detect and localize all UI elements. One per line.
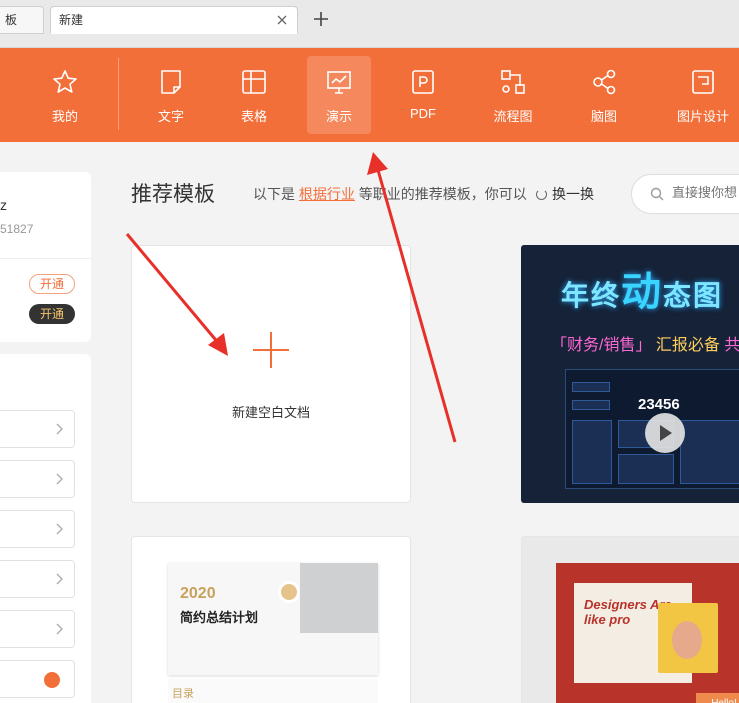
list-item[interactable] xyxy=(0,660,75,698)
document-icon xyxy=(157,68,185,96)
chevron-right-icon xyxy=(56,523,63,535)
open-membership-button[interactable]: 开通 xyxy=(29,274,75,294)
laptop-image xyxy=(300,563,378,633)
slide-toc: 目录 xyxy=(172,688,194,700)
refresh-label: 换一换 xyxy=(552,186,594,202)
list-item[interactable] xyxy=(0,560,75,598)
title-part: 态图 xyxy=(663,280,724,311)
refresh-icon xyxy=(536,189,547,200)
plus-icon xyxy=(253,332,289,368)
subtitle-suffix: 等职业的推荐模板，你可以 xyxy=(358,186,527,202)
tool-mine[interactable]: 我的 xyxy=(33,56,97,134)
play-button[interactable] xyxy=(645,413,685,453)
tool-pdf[interactable]: PDF xyxy=(391,56,455,134)
chevron-right-icon xyxy=(56,423,63,435)
industry-link[interactable]: 根据行业 xyxy=(299,186,355,202)
search-input[interactable] xyxy=(672,185,739,200)
template-card-designers[interactable]: Designers Are like pro Hello! xyxy=(521,536,739,703)
plus-icon xyxy=(314,12,328,26)
new-blank-document-card[interactable]: 新建空白文档 xyxy=(131,245,411,503)
presentation-icon xyxy=(325,68,353,96)
search-icon xyxy=(650,187,664,201)
star-icon xyxy=(51,68,79,96)
tab-bar: 板 新建 xyxy=(0,0,739,48)
template-subtitle: 「财务/销售」 汇报必备 共 xyxy=(551,331,739,355)
coffee-cup-image xyxy=(278,581,300,603)
page-title: 推荐模板 xyxy=(131,183,215,206)
title-part: 年终 xyxy=(561,280,622,311)
subtitle-part: 「财务/销售」 xyxy=(551,337,652,354)
list-item[interactable] xyxy=(0,410,75,448)
tool-label: 表格 xyxy=(240,109,267,124)
dashboard-block xyxy=(572,420,612,484)
chevron-right-icon xyxy=(56,473,63,485)
dashboard-block xyxy=(618,454,674,484)
dashboard-block xyxy=(572,400,610,410)
tool-label: PDF xyxy=(410,106,436,121)
app-type-toolbar: 我的 文字 表格 演示 PDF 流程图 脑图 图片设计 xyxy=(0,48,739,142)
chevron-right-icon xyxy=(56,623,63,635)
dashboard-block xyxy=(572,382,610,392)
tool-image-design[interactable]: 图片设计 xyxy=(671,56,735,134)
spreadsheet-icon xyxy=(240,68,268,96)
flowchart-icon xyxy=(499,68,527,96)
new-tab-button[interactable] xyxy=(312,10,330,28)
tool-presentation[interactable]: 演示 xyxy=(307,56,371,134)
template-card-video[interactable]: 年终动态图 「财务/销售」 汇报必备 共 23456 xyxy=(521,245,739,503)
search-box[interactable] xyxy=(631,174,739,214)
tool-label: 演示 xyxy=(325,109,352,124)
tool-label: 流程图 xyxy=(493,109,533,124)
list-item[interactable] xyxy=(0,510,75,548)
tab-label: 新建 xyxy=(59,13,84,27)
portrait-image xyxy=(658,603,718,673)
template-title: 年终动态图 xyxy=(561,259,723,317)
new-blank-label: 新建空白文档 xyxy=(231,405,310,420)
dashboard-number: 23456 xyxy=(638,396,680,413)
slide-preview-secondary: 目录 xyxy=(168,679,378,703)
subtitle-prefix: 以下是 xyxy=(253,186,295,202)
hello-tag: Hello! xyxy=(696,693,739,703)
tab-new[interactable]: 新建 xyxy=(50,6,298,34)
tool-flowchart[interactable]: 流程图 xyxy=(481,56,545,134)
dashboard-block xyxy=(680,420,739,484)
image-design-icon xyxy=(689,68,717,96)
tool-label: 我的 xyxy=(51,109,78,124)
title-part: 动 xyxy=(621,270,664,314)
open-vip-button[interactable]: 开通 xyxy=(29,304,75,324)
divider xyxy=(0,258,91,259)
slide-year: 2020 xyxy=(180,585,216,602)
refresh-button[interactable]: 换一换 xyxy=(536,184,594,204)
slide-preview: Designers Are like pro Hello! xyxy=(556,563,739,703)
face-shape xyxy=(672,621,702,659)
tool-label: 图片设计 xyxy=(676,109,729,124)
toolbar-divider xyxy=(118,58,119,130)
tool-label: 文字 xyxy=(157,109,184,124)
list-item[interactable] xyxy=(0,460,75,498)
list-item[interactable] xyxy=(0,610,75,648)
tab-previous[interactable]: 板 xyxy=(0,6,44,34)
slide-title: 简约总结计划 xyxy=(180,610,259,625)
pdf-icon xyxy=(409,68,437,96)
recommend-subtitle: 以下是 根据行业 等职业的推荐模板，你可以 xyxy=(253,184,527,204)
tool-spreadsheet[interactable]: 表格 xyxy=(222,56,286,134)
tool-mindmap[interactable]: 脑图 xyxy=(572,56,636,134)
user-id: 51827 xyxy=(0,222,34,236)
play-icon xyxy=(660,425,672,441)
tool-label: 脑图 xyxy=(590,109,617,124)
user-card: z 51827 开通 开通 xyxy=(0,172,91,342)
chevron-right-icon xyxy=(56,573,63,585)
tab-label: 板 xyxy=(5,13,18,27)
mindmap-icon xyxy=(590,68,618,96)
tool-text[interactable]: 文字 xyxy=(139,56,203,134)
slide-preview: 2020 简约总结计划 xyxy=(168,563,378,675)
close-icon[interactable] xyxy=(275,13,289,27)
subtitle-part: 汇报必备 xyxy=(655,337,720,354)
template-card-summary[interactable]: 2020 简约总结计划 目录 xyxy=(131,536,411,703)
category-list xyxy=(0,354,91,703)
user-name: z xyxy=(0,197,7,213)
fire-icon xyxy=(44,672,60,688)
subtitle-part: 共 xyxy=(724,337,739,354)
